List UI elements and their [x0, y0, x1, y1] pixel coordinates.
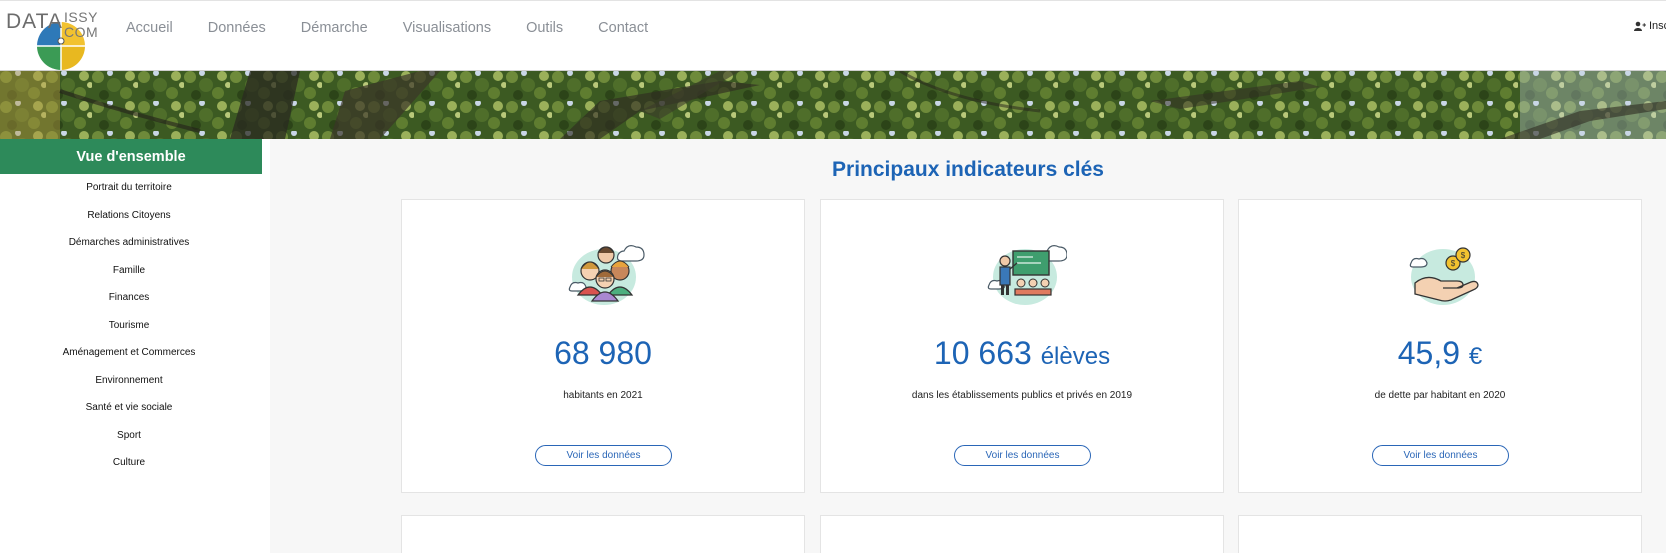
indicator-card-eleves: 10 663 élèves dans les établissements pu… — [820, 199, 1224, 493]
logo-text-data: DATA — [6, 10, 63, 33]
logo[interactable]: DATA ISSY COM — [4, 7, 99, 70]
nav-item-donnees[interactable]: Données — [208, 19, 266, 37]
indicator-card-population: 68 980 habitants en 2021 Voir les donnée… — [401, 199, 805, 493]
sidebar-item-amenagement[interactable]: Aménagement et Commerces — [0, 339, 258, 367]
indicator-description: de dette par habitant en 2020 — [1374, 390, 1506, 401]
hero-banner — [0, 71, 1666, 139]
user-plus-icon — [1634, 21, 1646, 31]
sidebar-item-famille[interactable]: Famille — [0, 257, 258, 285]
svg-text:$: $ — [1461, 251, 1466, 260]
sidebar-list: Portrait du territoire Relations Citoyen… — [0, 174, 258, 477]
sidebar-item-finances[interactable]: Finances — [0, 284, 258, 312]
indicator-number: 68 980 — [554, 335, 652, 371]
indicator-value: 68 980 — [402, 335, 804, 372]
indicator-description: dans les établissements publics et privé… — [911, 390, 1133, 401]
sidebar-item-relations-citoyens[interactable]: Relations Citoyens — [0, 202, 258, 230]
indicator-value: 45,9 € — [1239, 335, 1641, 372]
indicator-value: 10 663 élèves — [821, 335, 1223, 372]
nav-item-demarche[interactable]: Démarche — [301, 19, 368, 37]
sidebar: Vue d'ensemble Portrait du territoire Re… — [0, 139, 270, 553]
sidebar-title-vue-ensemble[interactable]: Vue d'ensemble — [0, 139, 262, 174]
register-label: Inscr — [1649, 20, 1666, 32]
sidebar-item-environnement[interactable]: Environnement — [0, 367, 258, 395]
svg-text:$: $ — [1451, 259, 1456, 268]
indicator-unit: élèves — [1040, 343, 1111, 370]
indicator-unit: € — [1468, 343, 1483, 370]
nav-item-accueil[interactable]: Accueil — [126, 19, 173, 37]
voir-donnees-button[interactable]: Voir les données — [954, 445, 1091, 466]
logo-text-issy: ISSY — [64, 9, 98, 25]
nav-item-outils[interactable]: Outils — [526, 19, 563, 37]
indicator-card-row2-2 — [820, 515, 1224, 553]
main-nav: Accueil Données Démarche Visualisations … — [126, 19, 683, 37]
sidebar-item-tourisme[interactable]: Tourisme — [0, 312, 258, 340]
tree-foliage-image — [0, 71, 1666, 139]
voir-donnees-button[interactable]: Voir les données — [1372, 445, 1509, 466]
classroom-icon — [987, 245, 1067, 305]
indicator-card-dette: $ $ 45,9 € de dette par habitant en 2020… — [1238, 199, 1642, 493]
sidebar-item-portrait[interactable]: Portrait du territoire — [0, 174, 258, 202]
indicator-card-row2-1 — [401, 515, 805, 553]
sidebar-item-sport[interactable]: Sport — [0, 422, 258, 450]
logo-text-com: COM — [64, 24, 99, 40]
sidebar-item-culture[interactable]: Culture — [0, 449, 258, 477]
people-icon — [568, 245, 645, 305]
indicator-number: 45,9 — [1397, 335, 1461, 371]
indicator-description: habitants en 2021 — [563, 390, 643, 401]
page-title: Principaux indicateurs clés — [832, 158, 1104, 181]
indicator-number: 10 663 — [933, 335, 1032, 371]
coins-hand-icon: $ $ — [1409, 247, 1479, 305]
nav-item-contact[interactable]: Contact — [598, 19, 648, 37]
sidebar-item-demarches[interactable]: Démarches administratives — [0, 229, 258, 257]
nav-item-visualisations[interactable]: Visualisations — [403, 19, 491, 37]
sidebar-item-sante[interactable]: Santé et vie sociale — [0, 394, 258, 422]
register-link[interactable]: Inscr — [1634, 20, 1666, 32]
voir-donnees-button[interactable]: Voir les données — [535, 445, 672, 466]
top-header: DATA ISSY COM Accueil Données Démarche V… — [0, 0, 1666, 71]
indicator-card-row2-3 — [1238, 515, 1642, 553]
